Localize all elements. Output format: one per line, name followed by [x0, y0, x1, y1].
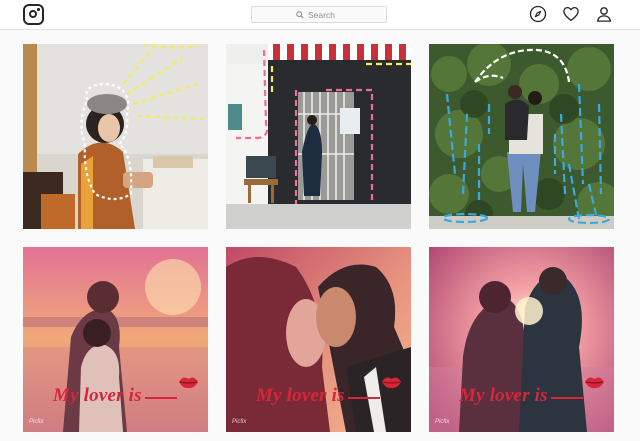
camera-flash-dot	[37, 8, 40, 11]
instagram-logo-icon[interactable]	[23, 4, 44, 25]
photo-woman-cafe	[23, 44, 208, 229]
caption-underline	[551, 397, 583, 399]
post-thumbnail[interactable]	[226, 44, 411, 229]
post-thumbnail[interactable]	[429, 44, 614, 229]
lips-icon	[584, 374, 605, 390]
watermark-text: Picfix	[29, 419, 44, 425]
photo-storefront	[226, 44, 411, 229]
watermark-text: Picfix	[435, 419, 450, 425]
lips-icon	[381, 374, 402, 390]
post-thumbnail[interactable]: My lover is Picfix	[23, 247, 208, 432]
search-input[interactable]	[308, 9, 342, 20]
compass-icon[interactable]	[529, 5, 547, 23]
caption-underline	[145, 397, 177, 399]
camera-lens-shape	[29, 10, 38, 19]
search-icon	[296, 10, 304, 19]
post-thumbnail[interactable]	[23, 44, 208, 229]
post-caption: My lover is	[256, 385, 345, 406]
post-thumbnail[interactable]: My lover is Picfix	[429, 247, 614, 432]
heart-icon[interactable]	[562, 5, 580, 23]
post-caption: My lover is	[459, 385, 548, 406]
lips-icon	[178, 374, 199, 390]
caption-underline	[348, 397, 380, 399]
post-thumbnail[interactable]: My lover is Picfix	[226, 247, 411, 432]
top-navigation-bar	[0, 0, 640, 30]
search-box[interactable]	[251, 6, 387, 23]
post-caption: My lover is	[53, 385, 142, 406]
person-icon[interactable]	[595, 5, 613, 23]
watermark-text: Picfix	[232, 419, 247, 425]
photo-couple-ivy-wall	[429, 44, 614, 229]
